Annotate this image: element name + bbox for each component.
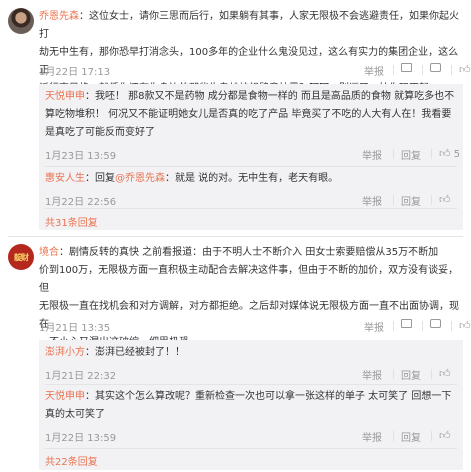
report-button[interactable]: 举报 [362,367,382,382]
report-button[interactable]: 举报 [362,193,382,208]
report-button[interactable]: 举报 [364,319,384,334]
like-button[interactable]: 👍︎ [439,367,451,380]
reply-item: 澎湃小方：澎湃已经被封了！！ 1月21日 22:32 举报 回复 👍︎ [45,344,457,382]
divider [8,236,463,237]
thumb-up-icon: 👍︎ [459,63,471,76]
reply-text: 澎湃小方：澎湃已经被封了！！ [45,347,185,358]
divider [431,195,432,205]
divider [45,166,457,167]
timestamp: 1月22日 22:56 [45,197,117,208]
comment-icon[interactable] [430,319,441,330]
avatar[interactable]: 靛财 [8,244,34,270]
reply-button[interactable]: 回复 [401,147,421,162]
reply-text: 惠安人生：回复@乔恩先森：就是 说的对。无中生有，老天有眼。 [45,173,339,184]
reply-button[interactable]: 回复 [401,193,421,208]
share-icon[interactable] [401,319,412,330]
timestamp: 1月21日 22:32 [45,371,117,382]
reply-text: 天悦申申：我呸！ 那8款又不是药物 成分都是食物一样的 而且是高品质的食物 就算… [45,91,455,138]
reply-meta: 1月21日 22:32 举报 回复 👍︎ [45,366,457,382]
divider [431,369,432,379]
divider [45,208,457,209]
reply-meta: 1月23日 13:59 举报 回复 👍︎ 5 [45,146,460,162]
like-button[interactable]: 👍︎ 68 [459,319,471,332]
divider [422,321,423,331]
reply-item: 天悦申申：我呸！ 那8款又不是药物 成分都是食物一样的 而且是高品质的食物 就算… [45,88,460,162]
divider [393,369,394,379]
avatar[interactable] [8,8,34,34]
divider [393,195,394,205]
comment-icon[interactable] [430,63,441,74]
divider [451,65,452,75]
reply-text: 天悦申申：其实这个怎么算改呢？重新检查一次也可以拿一张这样的单子 太可笑了 回想… [45,391,452,420]
username-link[interactable]: 澎湃小方 [45,347,85,358]
divider [393,65,394,75]
divider [45,448,457,449]
username-link[interactable]: 惠安人生 [45,173,85,184]
divider [45,384,457,385]
like-button[interactable]: 👍︎ [439,429,451,442]
reply-button[interactable]: 回复 [401,367,421,382]
reply-meta: 1月22日 13:59 举报 回复 👍︎ [45,428,457,444]
comment-meta: 1月22日 17:13 举报 👍︎ 46 [39,62,471,78]
like-count: 5 [453,149,461,160]
replies-panel: 澎湃小方：澎湃已经被封了！！ 1月21日 22:32 举报 回复 👍︎ 天悦申申… [39,340,463,470]
report-button[interactable]: 举报 [362,429,382,444]
divider [422,65,423,75]
share-icon[interactable] [401,63,412,74]
divider [393,149,394,159]
comment: 乔恩先森：这位女士，请你三思而后行，如果躺有其事，人家无限极不会逃避责任，如果你… [0,0,471,232]
divider [431,149,432,159]
timestamp: 1月21日 13:35 [39,323,111,334]
mention-link[interactable]: @乔恩先森 [115,173,165,184]
comment: 靛财 境合：剧情反转的真快 之前看报道：由于不明人士不断介入 田女士索要赔偿从3… [0,238,471,472]
comment-meta: 1月21日 13:35 举报 👍︎ 68 [39,318,471,334]
comment-text: 境合：剧情反转的真快 之前看报道：由于不明人士不断介入 田女士索要赔偿从35万不… [39,247,459,348]
thumb-up-icon: 👍︎ [439,193,451,206]
more-replies-link[interactable]: 共22条回复 [45,453,98,468]
thumb-up-icon: 👍︎ [439,147,451,160]
thumb-up-icon: 👍︎ [439,429,451,442]
username-link[interactable]: 天悦申申 [45,91,85,102]
username-link[interactable]: 境合 [39,247,59,258]
divider [451,321,452,331]
username-link[interactable]: 乔恩先森 [39,11,79,22]
timestamp: 1月22日 17:13 [39,67,111,78]
replies-panel: 天悦申申：我呸！ 那8款又不是药物 成分都是食物一样的 而且是高品质的食物 就算… [39,84,463,230]
reply-meta: 1月22日 22:56 举报 回复 👍︎ [45,192,457,208]
timestamp: 1月23日 13:59 [45,151,117,162]
thumb-up-icon: 👍︎ [459,319,471,332]
like-button[interactable]: 👍︎ 5 [439,147,460,160]
reply-item: 惠安人生：回复@乔恩先森：就是 说的对。无中生有，老天有眼。 1月22日 22:… [45,170,457,208]
reply-item: 天悦申申：其实这个怎么算改呢？重新检查一次也可以拿一张这样的单子 太可笑了 回想… [45,388,457,444]
report-button[interactable]: 举报 [362,147,382,162]
like-button[interactable]: 👍︎ 46 [459,63,471,76]
more-replies-link[interactable]: 共31条回复 [45,214,98,229]
report-button[interactable]: 举报 [364,63,384,78]
reply-button[interactable]: 回复 [401,429,421,444]
divider [431,431,432,441]
like-button[interactable]: 👍︎ [439,193,451,206]
divider [393,431,394,441]
divider [393,321,394,331]
thumb-up-icon: 👍︎ [439,367,451,380]
username-link[interactable]: 天悦申申 [45,391,85,402]
timestamp: 1月22日 13:59 [45,433,117,444]
